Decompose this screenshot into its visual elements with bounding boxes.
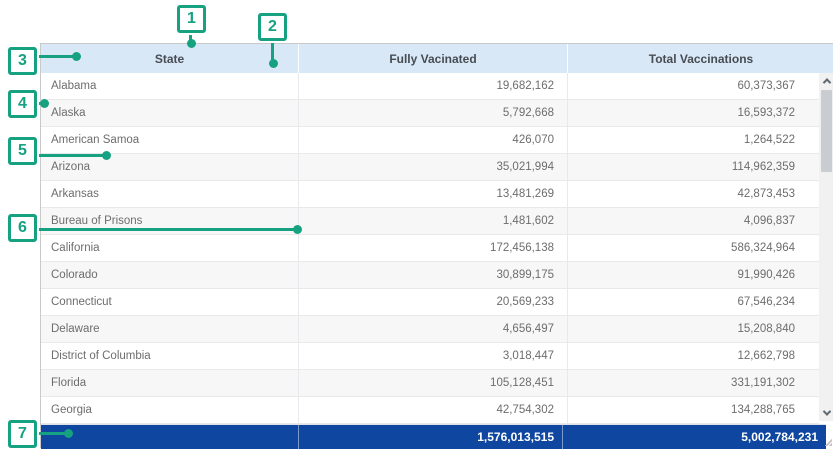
value-cell: 42,873,453 xyxy=(568,181,819,207)
callout-1-dot xyxy=(187,39,196,48)
callout-3-dot xyxy=(72,52,81,61)
totals-state-cell xyxy=(41,425,299,449)
callout-3-marker: 3 xyxy=(8,47,37,75)
value-cell: 16,593,372 xyxy=(568,100,819,126)
chevron-up-icon xyxy=(822,78,830,86)
table-row[interactable]: Alabama19,682,16260,373,367 xyxy=(41,73,819,100)
value-cell: 30,899,175 xyxy=(299,262,568,288)
value-cell: 1,481,602 xyxy=(299,208,568,234)
state-cell: Alaska xyxy=(41,100,299,126)
scroll-down-button[interactable] xyxy=(819,405,833,421)
column-header-fully-vacinated[interactable]: Fully Vacinated xyxy=(299,44,568,73)
table-row[interactable]: Georgia42,754,302134,288,765 xyxy=(41,397,819,424)
callout-1-marker: 1 xyxy=(177,5,206,33)
totals-fully-vacinated-cell: 1,576,013,515 xyxy=(299,425,563,449)
callout-4-dot xyxy=(40,99,49,108)
state-cell: California xyxy=(41,235,299,261)
callout-6-dot xyxy=(293,225,302,234)
table-row[interactable]: Arkansas13,481,26942,873,453 xyxy=(41,181,819,208)
value-cell: 4,656,497 xyxy=(299,316,568,342)
value-cell: 15,208,840 xyxy=(568,316,819,342)
value-cell: 42,754,302 xyxy=(299,397,568,423)
table-row[interactable]: American Samoa426,0701,264,522 xyxy=(41,127,819,154)
vaccination-table: State Fully Vacinated Total Vaccinations… xyxy=(40,43,833,448)
value-cell: 20,569,233 xyxy=(299,289,568,315)
callout-2-marker: 2 xyxy=(258,13,287,41)
callout-7-marker: 7 xyxy=(8,420,37,448)
table-row[interactable]: Delaware4,656,49715,208,840 xyxy=(41,316,819,343)
chevron-down-icon xyxy=(822,407,830,415)
table-row[interactable]: Alaska5,792,66816,593,372 xyxy=(41,100,819,127)
state-cell: Connecticut xyxy=(41,289,299,315)
table-row[interactable]: Florida105,128,451331,191,302 xyxy=(41,370,819,397)
table-row[interactable]: Colorado30,899,17591,990,426 xyxy=(41,262,819,289)
value-cell: 3,018,447 xyxy=(299,343,568,369)
state-cell: Arizona xyxy=(41,154,299,180)
value-cell: 172,456,138 xyxy=(299,235,568,261)
table-header-row: State Fully Vacinated Total Vaccinations xyxy=(41,44,833,73)
table-row[interactable]: Arizona35,021,994114,962,359 xyxy=(41,154,819,181)
callout-4-marker: 4 xyxy=(8,90,37,118)
value-cell: 426,070 xyxy=(299,127,568,153)
value-cell: 105,128,451 xyxy=(299,370,568,396)
value-cell: 12,662,798 xyxy=(568,343,819,369)
value-cell: 586,324,964 xyxy=(568,235,819,261)
value-cell: 114,962,359 xyxy=(568,154,819,180)
value-cell: 19,682,162 xyxy=(299,73,568,99)
state-cell: Arkansas xyxy=(41,181,299,207)
value-cell: 13,481,269 xyxy=(299,181,568,207)
callout-6-connector xyxy=(34,228,298,231)
state-cell: Delaware xyxy=(41,316,299,342)
scrollbar-thumb[interactable] xyxy=(821,90,832,172)
table-row[interactable]: Connecticut20,569,23367,546,234 xyxy=(41,289,819,316)
value-cell: 67,546,234 xyxy=(568,289,819,315)
value-cell: 35,021,994 xyxy=(299,154,568,180)
state-cell: District of Columbia xyxy=(41,343,299,369)
callout-7-dot xyxy=(64,429,73,438)
callout-6-marker: 6 xyxy=(8,214,37,242)
value-cell: 5,792,668 xyxy=(299,100,568,126)
table-totals-row: 1,576,013,515 5,002,784,231 xyxy=(41,424,826,449)
column-header-total-vaccinations[interactable]: Total Vaccinations xyxy=(568,44,833,73)
state-cell: American Samoa xyxy=(41,127,299,153)
value-cell: 4,096,837 xyxy=(568,208,819,234)
state-cell: Georgia xyxy=(41,397,299,423)
state-cell: Florida xyxy=(41,370,299,396)
vertical-scrollbar[interactable] xyxy=(819,73,833,421)
dashboard-table-screenshot: State Fully Vacinated Total Vaccinations… xyxy=(0,0,833,453)
value-cell: 331,191,302 xyxy=(568,370,819,396)
callout-2-dot xyxy=(269,59,278,68)
resize-grip-icon[interactable] xyxy=(824,438,832,446)
callout-5-dot xyxy=(102,151,111,160)
callout-5-marker: 5 xyxy=(8,137,37,165)
state-cell: Colorado xyxy=(41,262,299,288)
table-row[interactable]: California172,456,138586,324,964 xyxy=(41,235,819,262)
value-cell: 60,373,367 xyxy=(568,73,819,99)
table-row[interactable]: District of Columbia3,018,44712,662,798 xyxy=(41,343,819,370)
scroll-up-button[interactable] xyxy=(819,73,833,89)
value-cell: 91,990,426 xyxy=(568,262,819,288)
value-cell: 134,288,765 xyxy=(568,397,819,423)
table-body: Alabama19,682,16260,373,367Alaska5,792,6… xyxy=(41,73,819,424)
totals-total-vaccinations-cell: 5,002,784,231 xyxy=(563,425,826,449)
state-cell: Alabama xyxy=(41,73,299,99)
callout-5-connector xyxy=(34,154,107,157)
value-cell: 1,264,522 xyxy=(568,127,819,153)
